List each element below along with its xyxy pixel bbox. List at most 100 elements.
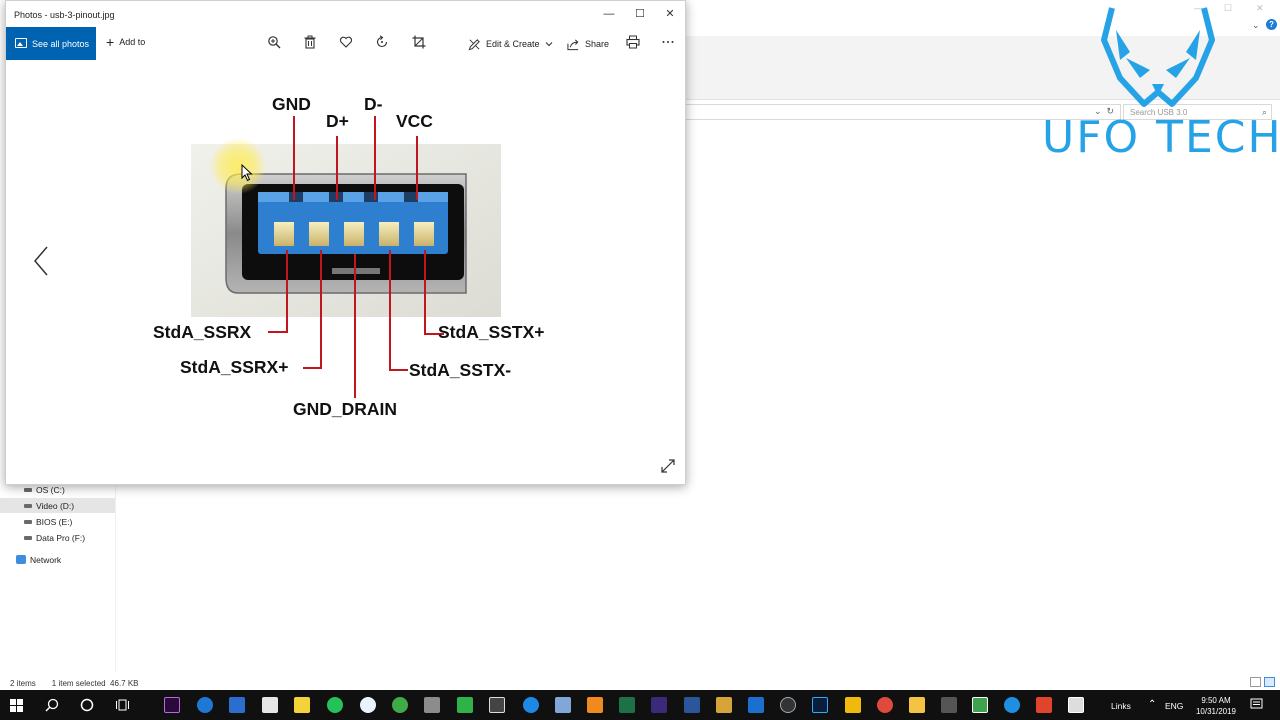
- app-icon[interactable]: [489, 697, 505, 713]
- app-icon[interactable]: [716, 697, 732, 713]
- logo-mask-icon: [1101, 7, 1215, 107]
- favorite-button[interactable]: [337, 35, 355, 53]
- network-icon: [16, 555, 26, 564]
- share-button[interactable]: Share: [567, 35, 609, 53]
- minimize-button[interactable]: —: [600, 6, 618, 22]
- close-button[interactable]: ✕: [661, 6, 679, 22]
- photos-window: Photos - usb-3-pinout.jpg — ☐ ✕ See all …: [5, 0, 686, 485]
- app-icon[interactable]: [651, 697, 667, 713]
- excel-icon[interactable]: [619, 697, 635, 713]
- pin-label-sstx-minus: StdA_SSTX-: [409, 360, 512, 380]
- more-options-button[interactable]: [659, 35, 677, 53]
- status-item-count: 2 items: [10, 679, 36, 688]
- print-button[interactable]: [624, 35, 642, 53]
- file-explorer-icon[interactable]: [909, 697, 925, 713]
- edit-create-button[interactable]: Edit & Create: [468, 35, 553, 53]
- rotate-icon: [376, 35, 388, 48]
- chevron-up-icon[interactable]: ⌃: [1148, 699, 1156, 710]
- clock[interactable]: 9:50 AM 10/31/2019: [1186, 695, 1246, 717]
- crop-button[interactable]: [410, 35, 428, 53]
- cortana-icon[interactable]: [80, 698, 94, 712]
- store-icon[interactable]: [229, 697, 245, 713]
- title-bar: Photos - usb-3-pinout.jpg — ☐ ✕: [6, 1, 685, 27]
- nav-item-label: OS (C:): [36, 485, 65, 495]
- photos-app-icon[interactable]: [1068, 697, 1084, 713]
- status-selection: 1 item selected 46.7 KB: [51, 679, 139, 688]
- clock-date: 10/31/2019: [1195, 707, 1237, 716]
- nav-item-drive-e[interactable]: BIOS (E:): [0, 514, 115, 529]
- app-icon[interactable]: [780, 697, 796, 713]
- mail-icon[interactable]: [262, 697, 278, 713]
- photoshop-icon[interactable]: [812, 697, 828, 713]
- vlc-icon[interactable]: [587, 697, 603, 713]
- nav-item-label: Network: [30, 555, 62, 565]
- search-icon[interactable]: [45, 698, 59, 712]
- notifications-icon[interactable]: [1250, 698, 1263, 711]
- word-icon[interactable]: [684, 697, 700, 713]
- zoom-icon: [268, 36, 281, 49]
- taskbar: Links ⌃ ENG 9:50 AM 10/31/2019: [0, 690, 1280, 720]
- app-icon[interactable]: [523, 697, 539, 713]
- windows-start-icon[interactable]: [10, 699, 23, 712]
- photos-icon: [15, 38, 27, 48]
- chevron-down-icon: [545, 42, 552, 47]
- view-toggle: [1250, 677, 1275, 687]
- ufo-tech-logo: UFO TECH: [1040, 0, 1280, 170]
- app-icon[interactable]: [424, 697, 440, 713]
- drive-icon: [24, 520, 32, 524]
- pin-label-gnd: GND: [272, 94, 311, 114]
- nav-item-label: BIOS (E:): [36, 517, 73, 527]
- add-to-button[interactable]: + Add to: [106, 34, 145, 50]
- more-icon: [662, 41, 674, 43]
- app-icon[interactable]: [941, 697, 957, 713]
- nav-item-label: Video (D:): [36, 501, 75, 511]
- pin-label-gnd-drain: GND_DRAIN: [293, 399, 398, 419]
- app-icon[interactable]: [1036, 697, 1052, 713]
- premiere-pro-icon[interactable]: [164, 697, 180, 713]
- see-all-photos-label: See all photos: [32, 39, 90, 49]
- navigation-pane: OS (C:) Video (D:) BIOS (E:) Data Pro (F…: [0, 482, 116, 672]
- cursor-highlight: [210, 138, 266, 194]
- details-view-button[interactable]: [1250, 677, 1261, 687]
- pin-label-d-plus: D+: [326, 111, 349, 131]
- app-icon[interactable]: [555, 697, 571, 713]
- task-view-icon[interactable]: [115, 698, 130, 712]
- teamviewer-icon[interactable]: [1004, 697, 1020, 713]
- app-icon[interactable]: [392, 697, 408, 713]
- app-icon[interactable]: [845, 697, 861, 713]
- pin-label-sstx-plus: StdA_SSTX+: [438, 322, 545, 342]
- pin-label-d-minus: D-: [364, 94, 383, 114]
- clock-time: 9:50 AM: [1201, 696, 1231, 705]
- nav-item-label: Data Pro (F:): [36, 533, 86, 543]
- maximize-button[interactable]: ☐: [631, 6, 649, 22]
- usb3-pinout-image: GND D+ D- VCC StdA_SSRX StdA_SSRX+ GND_D…: [146, 88, 566, 428]
- language-indicator[interactable]: ENG: [1165, 701, 1183, 711]
- pin-label-ssrx-plus: StdA_SSRX+: [180, 357, 289, 377]
- sticky-notes-icon[interactable]: [294, 697, 310, 713]
- delete-button[interactable]: [301, 35, 319, 53]
- logo-text: UFO TECH: [1042, 112, 1280, 163]
- edge-browser-icon[interactable]: [197, 697, 213, 713]
- fullscreen-button[interactable]: [660, 458, 676, 474]
- share-icon: [567, 38, 579, 50]
- see-all-photos-button[interactable]: See all photos: [6, 27, 96, 60]
- zalo-icon[interactable]: [360, 697, 376, 713]
- app-icon[interactable]: [972, 697, 988, 713]
- camtasia-icon[interactable]: [457, 697, 473, 713]
- zoom-button[interactable]: [265, 35, 283, 53]
- chrome-icon[interactable]: [877, 697, 893, 713]
- links-toolbar[interactable]: Links: [1111, 701, 1131, 711]
- share-label: Share: [585, 39, 610, 49]
- plus-icon: +: [106, 34, 115, 50]
- photos-toolbar: See all photos + Add to Edit & Create Sh…: [6, 27, 685, 60]
- app-icon[interactable]: [748, 697, 764, 713]
- edit-create-label: Edit & Create: [486, 39, 540, 49]
- whatsapp-icon[interactable]: [327, 697, 343, 713]
- nav-item-drive-d[interactable]: Video (D:): [0, 498, 115, 513]
- large-icons-view-button[interactable]: [1264, 677, 1275, 687]
- nav-item-network[interactable]: Network: [0, 552, 115, 567]
- previous-photo-button[interactable]: [32, 243, 52, 279]
- nav-item-drive-f[interactable]: Data Pro (F:): [0, 530, 115, 545]
- pin-label-vcc: VCC: [396, 111, 433, 131]
- rotate-button[interactable]: [373, 35, 391, 53]
